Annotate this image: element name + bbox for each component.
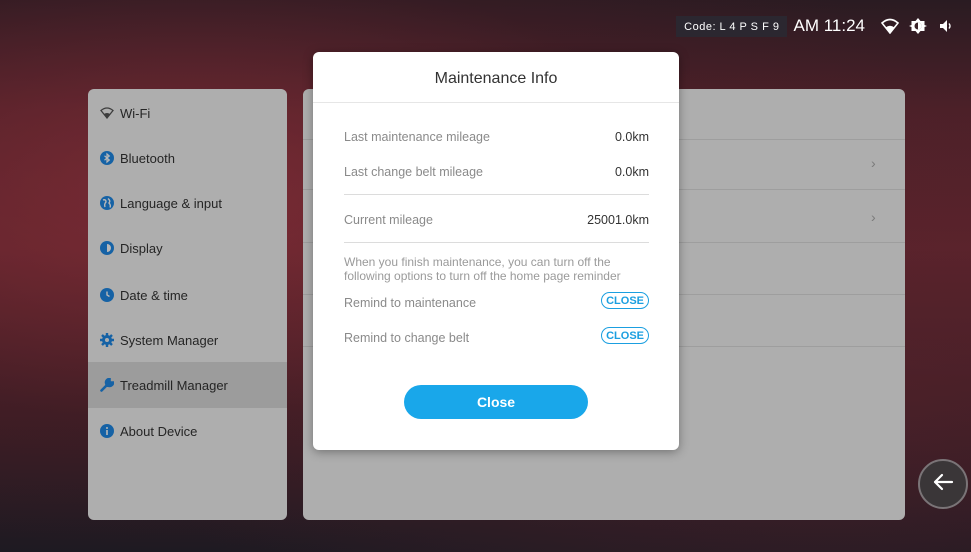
divider (313, 102, 679, 103)
remind-maintenance-close-button[interactable]: CLOSE (601, 292, 649, 309)
dialog-title: Maintenance Info (434, 70, 558, 87)
remind-change-belt-row: Remind to change belt CLOSE (344, 327, 649, 345)
globe-icon (100, 196, 114, 210)
sidebar-item-label: About Device (120, 423, 198, 439)
sidebar-item-label: Language & input (120, 195, 222, 211)
sidebar-item-wifi[interactable]: Wi-Fi (88, 90, 287, 136)
sidebar-item-label: Date & time (120, 287, 188, 303)
sidebar-item-bluetooth[interactable]: Bluetooth (88, 135, 287, 181)
brightness-icon (909, 17, 927, 35)
sidebar-item-display[interactable]: Display (88, 225, 287, 271)
device-code: Code: L 4 P S F 9 (676, 15, 788, 37)
last-change-belt-row: Last change belt mileage 0.0km (344, 165, 649, 179)
sidebar-item-label: System Manager (120, 332, 219, 348)
row-value: 0.0km (614, 165, 649, 179)
remind-maintenance-row: Remind to maintenance CLOSE (344, 292, 649, 310)
row-label: Current mileage (344, 213, 433, 227)
sidebar-item-language[interactable]: Language & input (88, 180, 287, 226)
chevron-right-icon[interactable]: › (871, 209, 876, 225)
divider (344, 194, 649, 195)
sidebar-item-system-manager[interactable]: System Manager (88, 317, 287, 363)
row-label: Last change belt mileage (344, 165, 483, 179)
row-label: Remind to maintenance (344, 296, 477, 310)
sidebar-item-treadmill-manager[interactable]: Treadmill Manager (88, 362, 287, 408)
clock-icon (100, 288, 114, 302)
clock: AM 11:24 (793, 16, 865, 35)
divider (344, 242, 649, 243)
arrow-left-icon (932, 473, 954, 496)
row-value: 0.0km (614, 130, 649, 144)
sidebar-item-label: Wi-Fi (120, 105, 151, 121)
last-maintenance-row: Last maintenance mileage 0.0km (344, 130, 649, 144)
bluetooth-icon (100, 151, 114, 165)
sidebar-item-label: Bluetooth (120, 150, 175, 166)
settings-sidebar: Wi-Fi Bluetooth Language & input Display… (88, 89, 287, 520)
row-value: 25001.0km (587, 213, 649, 227)
sidebar-item-label: Treadmill Manager (120, 377, 228, 393)
wifi-icon (881, 17, 899, 35)
close-button[interactable]: Close (404, 385, 588, 419)
info-icon (100, 424, 114, 438)
row-label: Last maintenance mileage (344, 130, 490, 144)
display-icon (100, 241, 114, 255)
volume-icon (937, 17, 955, 35)
maintenance-info-dialog: Maintenance Info Last maintenance mileag… (313, 52, 679, 450)
back-button[interactable] (918, 459, 968, 509)
wrench-icon (100, 378, 114, 392)
maintenance-note: When you finish maintenance, you can tur… (344, 255, 621, 283)
sidebar-item-about-device[interactable]: About Device (88, 408, 287, 454)
status-bar: Code: L 4 P S F 9 AM 11:24 (676, 12, 965, 40)
sidebar-item-date-time[interactable]: Date & time (88, 272, 287, 318)
gear-icon (100, 333, 114, 347)
chevron-right-icon[interactable]: › (871, 155, 876, 171)
row-label: Remind to change belt (344, 331, 470, 345)
wifi-icon (100, 106, 114, 120)
current-mileage-row: Current mileage 25001.0km (344, 213, 649, 227)
sidebar-item-label: Display (120, 240, 163, 256)
remind-change-belt-close-button[interactable]: CLOSE (601, 327, 649, 344)
